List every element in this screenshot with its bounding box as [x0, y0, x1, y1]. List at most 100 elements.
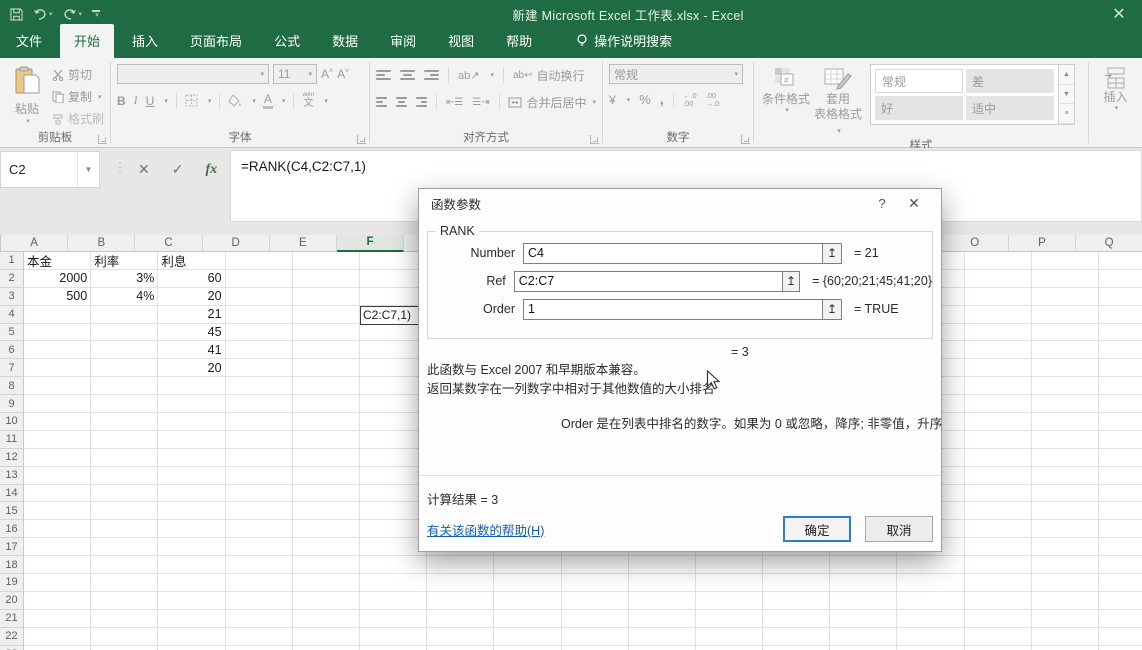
- cell-B8[interactable]: [91, 377, 158, 395]
- cell-H22[interactable]: [494, 628, 561, 646]
- cell-H20[interactable]: [494, 592, 561, 610]
- cell-E17[interactable]: [293, 538, 360, 556]
- cell-K20[interactable]: [696, 592, 763, 610]
- cell-D5[interactable]: [226, 324, 293, 342]
- cell-O21[interactable]: [965, 610, 1032, 628]
- tab-home[interactable]: 开始: [60, 24, 114, 58]
- cell-I21[interactable]: [562, 610, 629, 628]
- cell-C8[interactable]: [158, 377, 225, 395]
- row-header-16[interactable]: 16: [0, 520, 24, 538]
- cell-P3[interactable]: [1032, 288, 1099, 306]
- row-header-4[interactable]: 4: [0, 306, 24, 324]
- cell-O1[interactable]: [965, 252, 1032, 270]
- align-left-icon[interactable]: [376, 97, 387, 107]
- cell-D4[interactable]: [226, 306, 293, 324]
- increase-decimal-icon[interactable]: ←.0.00: [683, 92, 697, 107]
- column-header-E[interactable]: E: [270, 235, 337, 252]
- row-header-1[interactable]: 1: [0, 252, 24, 270]
- enter-formula-icon[interactable]: ✓: [172, 161, 184, 178]
- wrap-text-button[interactable]: ab↩ 自动换行: [513, 67, 585, 84]
- column-header-B[interactable]: B: [68, 235, 135, 252]
- customize-qat-icon[interactable]: ▾: [92, 10, 100, 18]
- column-header-Q[interactable]: Q: [1076, 235, 1142, 252]
- cell-C14[interactable]: [158, 485, 225, 503]
- cell-O23[interactable]: [965, 646, 1032, 650]
- cell-O13[interactable]: [965, 467, 1032, 485]
- cell-Q21[interactable]: [1099, 610, 1142, 628]
- row-header-15[interactable]: 15: [0, 502, 24, 520]
- cell-P10[interactable]: [1032, 413, 1099, 431]
- cell-Q19[interactable]: [1099, 574, 1142, 592]
- bold-button[interactable]: B: [117, 94, 126, 108]
- tab-layout[interactable]: 页面布局: [176, 24, 256, 58]
- cell-E12[interactable]: [293, 449, 360, 467]
- cell-P22[interactable]: [1032, 628, 1099, 646]
- cell-A6[interactable]: [24, 341, 91, 359]
- cell-P1[interactable]: [1032, 252, 1099, 270]
- cell-C19[interactable]: [158, 574, 225, 592]
- cancel-button[interactable]: 取消: [865, 516, 933, 542]
- cell-P4[interactable]: [1032, 306, 1099, 324]
- format-painter-button[interactable]: 格式刷: [52, 110, 104, 127]
- row-header-21[interactable]: 21: [0, 610, 24, 628]
- cell-D7[interactable]: [226, 359, 293, 377]
- paste-button[interactable]: 粘贴 ▾: [6, 64, 48, 125]
- borders-icon[interactable]: [185, 94, 198, 107]
- cell-C18[interactable]: [158, 556, 225, 574]
- cell-O4[interactable]: [965, 306, 1032, 324]
- grow-font-button[interactable]: A˄: [321, 67, 333, 81]
- collapse-dialog-icon[interactable]: ↥: [823, 299, 842, 320]
- tab-review[interactable]: 审阅: [376, 24, 430, 58]
- column-header-O[interactable]: O: [942, 235, 1009, 252]
- cell-H21[interactable]: [494, 610, 561, 628]
- cell-E9[interactable]: [293, 395, 360, 413]
- cell-E5[interactable]: [293, 324, 360, 342]
- tab-insert[interactable]: 插入: [118, 24, 172, 58]
- gallery-scroll-up-icon[interactable]: ▲: [1059, 65, 1074, 85]
- cell-E15[interactable]: [293, 502, 360, 520]
- cell-B16[interactable]: [91, 520, 158, 538]
- cell-P9[interactable]: [1032, 395, 1099, 413]
- font-dialog-launcher-icon[interactable]: [357, 135, 366, 144]
- cell-C11[interactable]: [158, 431, 225, 449]
- cell-B23[interactable]: [91, 646, 158, 650]
- select-all-button[interactable]: [0, 235, 1, 252]
- tab-data[interactable]: 数据: [318, 24, 372, 58]
- cell-A1[interactable]: 本金: [24, 252, 91, 270]
- cell-C10[interactable]: [158, 413, 225, 431]
- cell-N20[interactable]: [897, 592, 964, 610]
- row-header-8[interactable]: 8: [0, 377, 24, 395]
- cell-I23[interactable]: [562, 646, 629, 650]
- cell-M18[interactable]: [830, 556, 897, 574]
- cell-M22[interactable]: [830, 628, 897, 646]
- row-header-7[interactable]: 7: [0, 359, 24, 377]
- cell-E10[interactable]: [293, 413, 360, 431]
- cell-O11[interactable]: [965, 431, 1032, 449]
- cell-B21[interactable]: [91, 610, 158, 628]
- cell-O3[interactable]: [965, 288, 1032, 306]
- cell-Q9[interactable]: [1099, 395, 1142, 413]
- cell-J18[interactable]: [629, 556, 696, 574]
- cell-Q3[interactable]: [1099, 288, 1142, 306]
- merge-dropdown-icon[interactable]: ▾: [592, 98, 596, 106]
- font-name-select[interactable]: ▾: [117, 64, 269, 84]
- row-header-6[interactable]: 6: [0, 341, 24, 359]
- cell-F22[interactable]: [360, 628, 427, 646]
- copy-button[interactable]: 复制 ▾: [52, 88, 104, 105]
- cell-B3[interactable]: 4%: [91, 288, 158, 306]
- paste-dropdown-icon[interactable]: ▾: [26, 117, 30, 125]
- phonetic-dropdown-icon[interactable]: ▾: [324, 97, 328, 105]
- cell-style-2[interactable]: 差: [966, 69, 1054, 93]
- underline-button[interactable]: U: [146, 94, 155, 108]
- align-right-icon[interactable]: [416, 97, 427, 107]
- cell-D15[interactable]: [226, 502, 293, 520]
- ok-button[interactable]: 确定: [783, 516, 851, 542]
- cell-O6[interactable]: [965, 341, 1032, 359]
- conditional-dropdown-icon[interactable]: ▾: [785, 107, 789, 116]
- cell-G21[interactable]: [427, 610, 494, 628]
- cell-J23[interactable]: [629, 646, 696, 650]
- cell-Q5[interactable]: [1099, 324, 1142, 342]
- cell-D20[interactable]: [226, 592, 293, 610]
- cell-D17[interactable]: [226, 538, 293, 556]
- insert-dropdown-icon[interactable]: ▾: [1115, 105, 1119, 114]
